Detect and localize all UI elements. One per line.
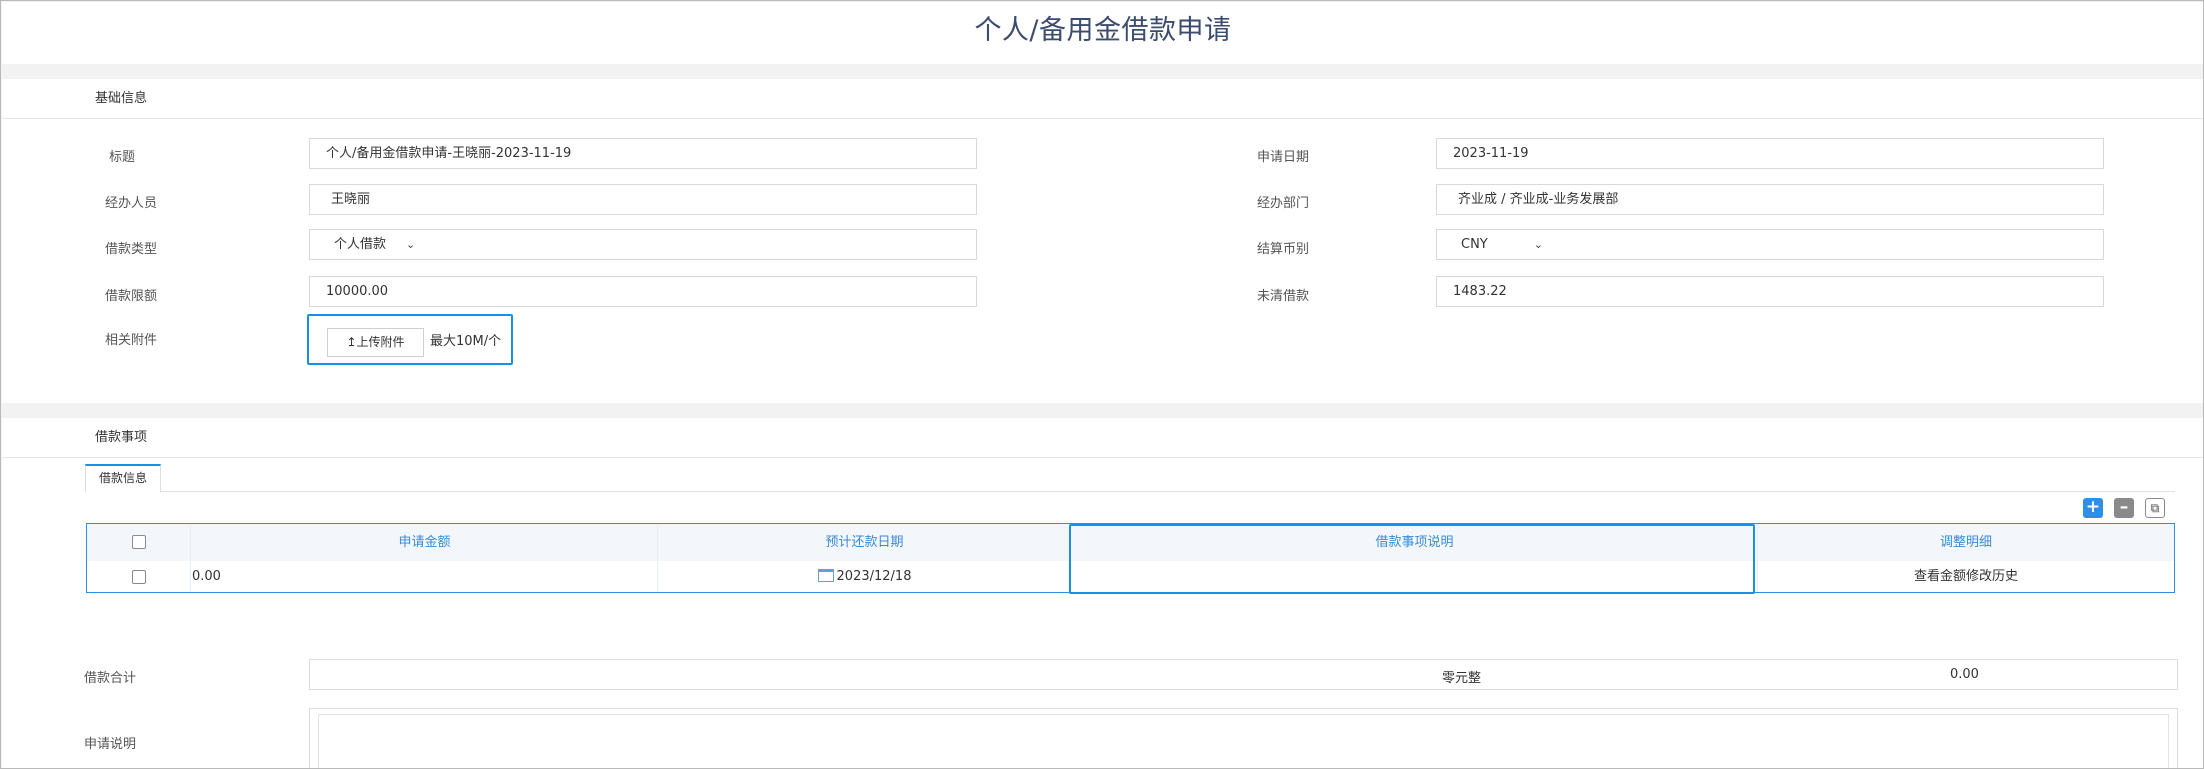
limit-label: 借款限额 <box>105 289 158 304</box>
apply-date-field[interactable]: 2023-11-19 <box>1436 138 2104 169</box>
col-header-amount: 申请金额 <box>398 535 451 550</box>
col-header-adjustment: 调整明细 <box>1939 535 1992 550</box>
upload-icon: ↥ <box>346 335 357 349</box>
note-field <box>309 708 2178 768</box>
tab-loan-info[interactable]: 借款信息 <box>85 464 161 493</box>
total-words: 零元整 <box>1442 671 1482 686</box>
add-icon[interactable]: + <box>2083 498 2103 518</box>
attachment-label: 相关附件 <box>105 333 158 348</box>
loan-items-header: 借款事项 <box>2 418 2203 458</box>
attachment-upload-area: ↥上传附件 最大10M/个 <box>307 314 513 365</box>
tab-strip: 借款信息 <box>85 464 2175 493</box>
subject-field[interactable]: 个人/备用金借款申请-王晓丽-2023-11-19 <box>309 138 977 169</box>
limit-field[interactable]: 10000.00 <box>309 276 977 307</box>
currency-select[interactable]: CNY ⌄ <box>1436 229 2104 260</box>
upload-button[interactable]: ↥上传附件 <box>327 328 424 357</box>
currency-label: 结算币别 <box>1257 242 1310 257</box>
department-label: 经办部门 <box>1257 196 1310 211</box>
note-label: 申请说明 <box>84 737 137 752</box>
loan-type-select[interactable]: 个人借款 ⌄ <box>309 229 977 260</box>
loan-items-section: 借款事项 借款信息 + – ⧉ 申请金额 预计还款日期 借款事项说明 调整明细 … <box>2 418 2203 768</box>
chevron-down-icon: ⌄ <box>406 238 416 251</box>
chevron-down-icon: ⌄ <box>1533 238 1543 251</box>
amount-cell[interactable]: 0.00 <box>192 561 657 593</box>
description-cell[interactable] <box>1071 561 1758 593</box>
outstanding-label: 未清借款 <box>1257 289 1310 304</box>
handler-field[interactable]: 王晓丽 <box>309 184 977 215</box>
title-bar: 个人/备用金借款申请 <box>2 2 2203 64</box>
select-all-checkbox[interactable] <box>132 535 146 549</box>
apply-date-label: 申请日期 <box>1257 150 1310 165</box>
view-history-link[interactable]: 查看金额修改历史 <box>1758 561 2174 593</box>
loan-type-value: 个人借款 <box>334 237 387 252</box>
loan-type-label: 借款类型 <box>105 242 158 257</box>
upload-button-label: 上传附件 <box>356 335 405 349</box>
basic-info-section: 基础信息 标题 个人/备用金借款申请-王晓丽-2023-11-19 申请日期 2… <box>2 79 2203 403</box>
note-textarea[interactable] <box>318 714 2169 768</box>
col-header-description: 借款事项说明 <box>1375 535 1454 550</box>
page-title: 个人/备用金借款申请 <box>974 15 1232 46</box>
total-amount: 0.00 <box>1950 667 1979 682</box>
basic-info-header: 基础信息 <box>2 79 2203 119</box>
subject-label: 标题 <box>109 150 136 165</box>
row-checkbox[interactable] <box>132 570 146 584</box>
repay-date-value: 2023/12/18 <box>836 569 912 584</box>
upload-hint: 最大10M/个 <box>430 334 502 349</box>
total-field: 零元整 0.00 <box>309 659 2178 690</box>
loan-items-table: 申请金额 预计还款日期 借款事项说明 调整明细 0.00 2023/12/18 … <box>86 523 2175 593</box>
outstanding-field[interactable]: 1483.22 <box>1436 276 2104 307</box>
total-label: 借款合计 <box>84 671 137 686</box>
currency-value: CNY <box>1461 237 1488 252</box>
col-header-repay-date: 预计还款日期 <box>825 535 904 550</box>
remove-icon[interactable]: – <box>2114 498 2134 518</box>
repay-date-cell[interactable]: 2023/12/18 <box>658 561 1071 593</box>
calendar-icon <box>817 569 834 582</box>
handler-label: 经办人员 <box>105 196 158 211</box>
form-window: 个人/备用金借款申请 基础信息 标题 个人/备用金借款申请-王晓丽-2023-1… <box>0 0 2204 769</box>
department-field[interactable]: 齐业成 / 齐业成-业务发展部 <box>1436 184 2104 215</box>
copy-icon[interactable]: ⧉ <box>2145 498 2165 518</box>
